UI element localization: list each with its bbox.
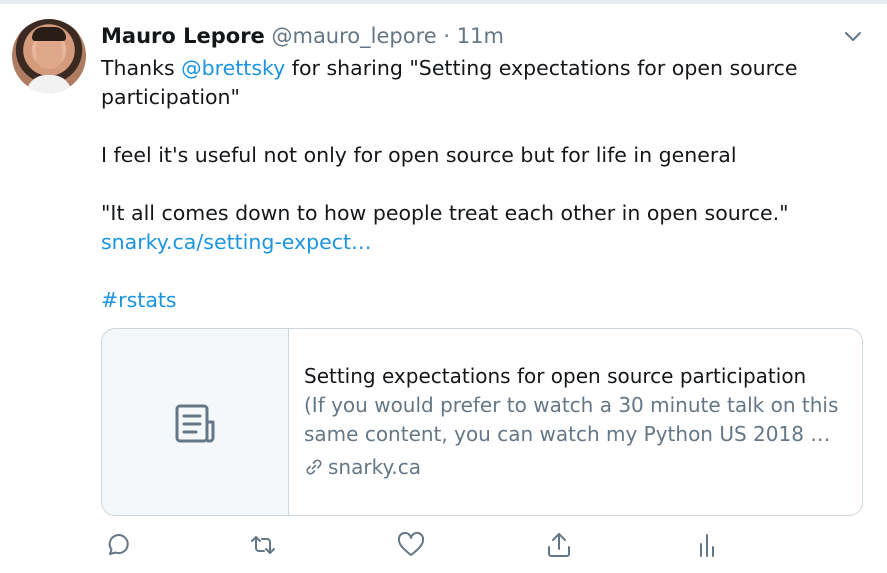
analytics-icon[interactable] [692,530,722,560]
article-icon [175,404,215,443]
top-divider [0,0,887,4]
url-link[interactable]: snarky.ca/setting-expect… [101,230,372,254]
separator-dot: · [443,24,451,48]
retweet-icon[interactable] [248,530,278,560]
avatar-shirt [26,75,72,93]
line1-prefix: Thanks [101,56,182,80]
reply-icon[interactable] [101,530,131,560]
avatar[interactable] [12,19,86,93]
card-domain: snarky.ca [304,453,844,482]
hashtag-link[interactable]: #rstats [101,288,177,312]
author-handle[interactable]: @mauro_lepore [271,24,436,48]
tweet-paragraph-1: Thanks @brettsky for sharing "Setting ex… [101,54,801,112]
mention-link[interactable]: @brettsky [181,56,285,80]
action-bar [0,530,887,562]
card-domain-text: snarky.ca [328,455,422,479]
timestamp[interactable]: 11m [457,24,504,48]
tweet-header: Mauro Lepore @mauro_lepore · 11m [101,22,504,50]
chevron-down-icon[interactable] [842,25,864,47]
avatar-hair [32,27,66,41]
link-icon [306,459,322,475]
author-name[interactable]: Mauro Lepore [101,24,265,48]
like-icon[interactable] [396,530,426,560]
tweet-paragraph-3: "It all comes down to how people treat e… [101,201,789,225]
card-description: (If you would prefer to watch a 30 minut… [304,393,839,446]
tweet-paragraph-2: I feel it's useful not only for open sou… [101,143,737,167]
share-icon[interactable] [544,530,574,560]
tweet-text: Thanks @brettsky for sharing "Setting ex… [101,54,801,315]
card-text: Setting expectations for open source par… [304,362,844,482]
link-card[interactable]: Setting expectations for open source par… [101,328,863,516]
card-title: Setting expectations for open source par… [304,364,807,388]
card-thumbnail [102,329,289,515]
